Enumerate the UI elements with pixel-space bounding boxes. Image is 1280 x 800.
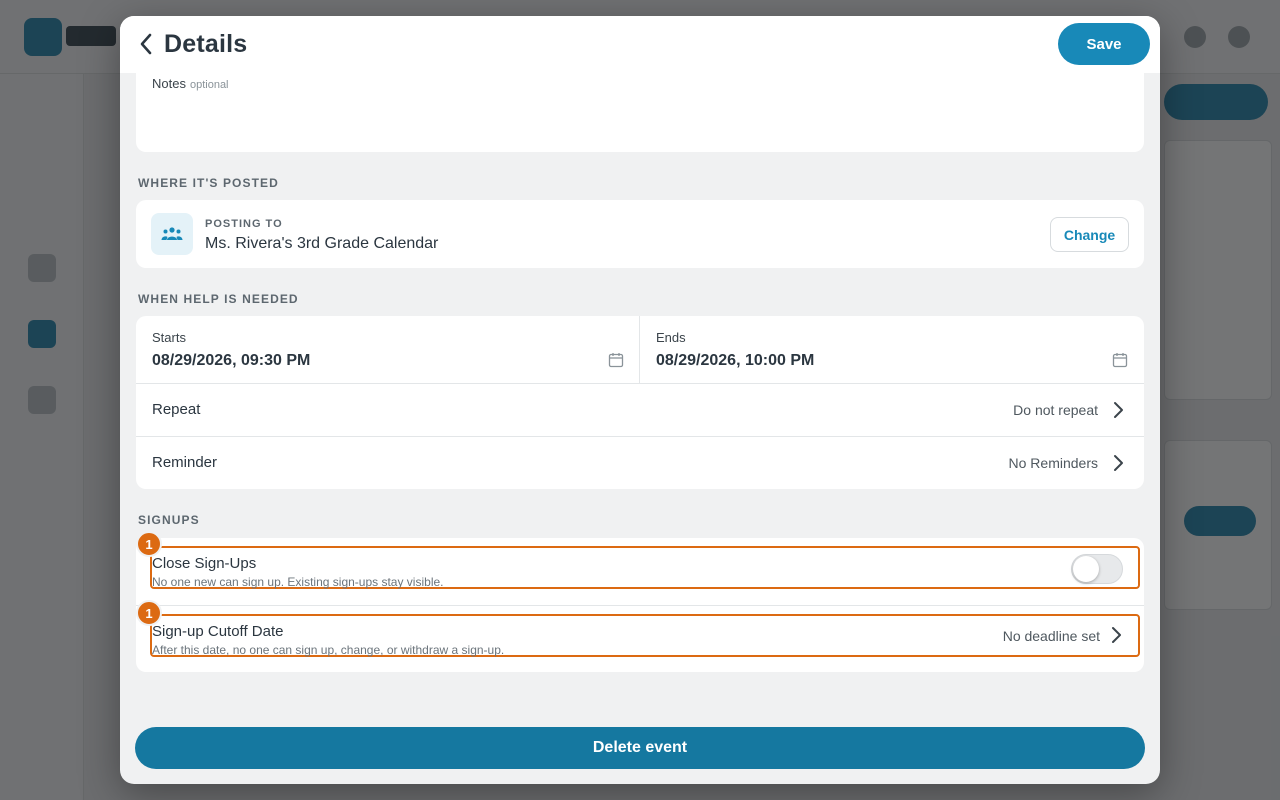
- notes-field[interactable]: Notes optional: [136, 72, 1144, 152]
- close-signups-description: No one new can sign up. Existing sign-up…: [152, 575, 444, 589]
- calendar-name: Ms. Rivera's 3rd Grade Calendar: [205, 235, 439, 252]
- group-icon: [151, 213, 193, 255]
- section-label-when: WHEN HELP IS NEEDED: [138, 292, 299, 306]
- cutoff-date-title: Sign-up Cutoff Date: [152, 623, 284, 640]
- annotation-badge: 1: [136, 600, 162, 626]
- repeat-row[interactable]: Repeat Do not repeat: [136, 384, 1144, 436]
- posting-card: POSTING TO Ms. Rivera's 3rd Grade Calend…: [136, 200, 1144, 268]
- notes-label: Notes optional: [152, 76, 229, 91]
- ends-label: Ends: [656, 330, 686, 345]
- ends-value: 08/29/2026, 10:00 PM: [656, 352, 815, 369]
- chevron-right-icon: [1114, 402, 1123, 418]
- notes-optional-hint: optional: [189, 79, 229, 91]
- posting-to-label: POSTING TO: [205, 218, 283, 230]
- chevron-right-icon: [1112, 627, 1121, 643]
- starts-label: Starts: [152, 330, 186, 345]
- calendar-icon[interactable]: [1112, 352, 1128, 368]
- back-button[interactable]: [128, 26, 164, 62]
- reminder-label: Reminder: [152, 454, 218, 471]
- change-calendar-button[interactable]: Change: [1050, 217, 1129, 252]
- cutoff-date-value: No deadline set: [1002, 628, 1100, 644]
- page-title: Details: [164, 30, 248, 58]
- when-card: Starts 08/29/2026, 09:30 PM Ends 08/29/2…: [136, 316, 1144, 489]
- close-signups-toggle[interactable]: [1071, 554, 1123, 584]
- repeat-label: Repeat: [152, 401, 201, 418]
- toggle-knob: [1073, 556, 1099, 582]
- divider: [136, 605, 1144, 606]
- cutoff-date-row[interactable]: Sign-up Cutoff Date After this date, no …: [150, 614, 1140, 657]
- close-signups-title: Close Sign-Ups: [152, 555, 257, 572]
- cutoff-date-description: After this date, no one can sign up, cha…: [152, 643, 505, 657]
- section-label-posted: WHERE IT'S POSTED: [138, 176, 279, 190]
- modal-header: Details Save: [120, 16, 1160, 73]
- starts-value: 08/29/2026, 09:30 PM: [152, 352, 311, 369]
- calendar-icon[interactable]: [608, 352, 624, 368]
- close-signups-row: Close Sign-Ups No one new can sign up. E…: [150, 546, 1140, 589]
- chevron-right-icon: [1114, 455, 1123, 471]
- chevron-left-icon: [140, 33, 152, 55]
- notes-label-text: Notes: [152, 76, 186, 91]
- ends-field[interactable]: Ends 08/29/2026, 10:00 PM: [640, 316, 1144, 383]
- reminder-row[interactable]: Reminder No Reminders: [136, 437, 1144, 489]
- starts-field[interactable]: Starts 08/29/2026, 09:30 PM: [136, 316, 639, 383]
- details-modal: Details Save Notes optional WHERE IT'S PO…: [120, 16, 1160, 784]
- section-label-signups: SIGNUPS: [138, 513, 200, 527]
- repeat-value: Do not repeat: [1013, 402, 1098, 418]
- delete-event-button[interactable]: Delete event: [135, 727, 1145, 769]
- signups-card: Close Sign-Ups No one new can sign up. E…: [136, 538, 1144, 672]
- save-button[interactable]: Save: [1058, 23, 1150, 65]
- annotation-badge: 1: [136, 531, 162, 557]
- reminder-value: No Reminders: [1008, 455, 1098, 471]
